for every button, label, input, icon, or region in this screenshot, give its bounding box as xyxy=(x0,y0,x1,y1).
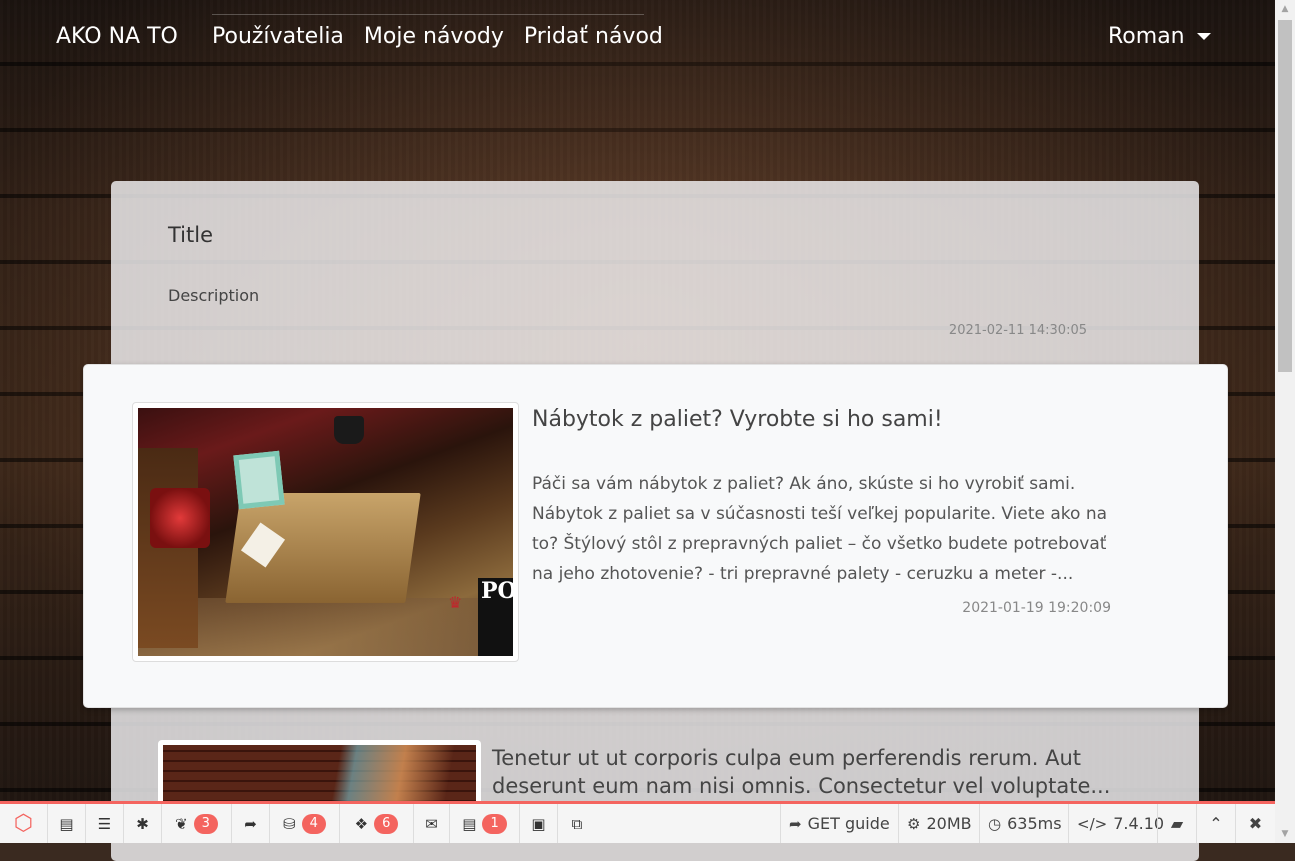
route-info: ➦ GET guide xyxy=(780,804,898,843)
list-icon: ▤ xyxy=(462,814,477,833)
guide-thumbnail[interactable]: PO ♛ xyxy=(132,402,519,662)
exceptions-bug-icon[interactable]: ✱ xyxy=(124,804,162,843)
debug-bar: ⬡ ▤ ☰ ✱ ❦ 3 ➦ ⛁ 4 ❖ 6 ✉ ▤ 1 ▣ ⧉ ➦ GET gu… xyxy=(0,801,1275,843)
guide-title: Title xyxy=(168,223,214,247)
navbar: AKO NA TO Používatelia Moje návody Prida… xyxy=(0,0,1275,76)
messages-tab-icon[interactable]: ▤ xyxy=(48,804,86,843)
nav-divider xyxy=(212,14,644,15)
featured-guide-date: 2021-01-19 19:20:09 xyxy=(962,600,1111,616)
nav-link-add-guide[interactable]: Pridať návod xyxy=(524,24,663,49)
gate-tab[interactable]: ▤ 1 xyxy=(450,804,520,843)
clock-icon: ◷ xyxy=(988,814,1002,833)
vertical-scrollbar[interactable]: ▲ ▼ xyxy=(1275,0,1295,843)
guide-date: 2021-02-11 14:30:05 xyxy=(948,323,1087,338)
close-debugbar-button[interactable]: ✖ xyxy=(1235,804,1275,843)
views-tab[interactable]: ❦ 3 xyxy=(162,804,232,843)
featured-guide-excerpt: Páči sa vám nábytok z paliet? Ak áno, sk… xyxy=(532,474,1108,584)
user-dropdown[interactable]: Roman xyxy=(1108,24,1211,49)
restore-button[interactable]: ⌃ xyxy=(1196,804,1235,843)
second-guide-title[interactable]: Tenetur ut ut corporis culpa eum perfere… xyxy=(492,744,1132,800)
crown-logo-icon: ♛ xyxy=(448,593,463,612)
route-tab-icon[interactable]: ➦ xyxy=(232,804,270,843)
pallet-furniture-image: PO ♛ xyxy=(138,408,513,656)
laravel-logo-icon[interactable]: ⬡ xyxy=(0,804,48,843)
request-tags-icon[interactable]: ⧉ xyxy=(558,804,596,843)
folder-open-icon: ▰ xyxy=(1170,814,1184,833)
queries-count-badge: 4 xyxy=(301,813,326,834)
time-info: ◷ 635ms xyxy=(979,804,1070,843)
nav-links: Používatelia Moje návody Pridať návod xyxy=(212,24,683,49)
featured-guide-title[interactable]: Nábytok z paliet? Vyrobte si ho sami! xyxy=(532,407,943,432)
memory-info: ⚙ 20MB xyxy=(898,804,980,843)
mail-tab-icon[interactable]: ✉ xyxy=(414,804,450,843)
code-icon: </> xyxy=(1077,814,1108,833)
queries-tab[interactable]: ⛁ 4 xyxy=(270,804,340,843)
poster-text: PO xyxy=(481,578,513,604)
timeline-tab-icon[interactable]: ☰ xyxy=(86,804,124,843)
open-folder-button[interactable]: ▰ xyxy=(1157,804,1196,843)
guide-description: Description xyxy=(168,286,260,305)
scroll-down-arrow-icon[interactable]: ▼ xyxy=(1275,825,1295,843)
brand-link[interactable]: AKO NA TO xyxy=(56,24,178,49)
models-tab[interactable]: ❖ 6 xyxy=(340,804,414,843)
database-icon: ⛁ xyxy=(283,814,296,833)
cubes-icon: ❖ xyxy=(354,814,369,833)
caret-down-icon xyxy=(1196,33,1211,40)
leaf-icon: ❦ xyxy=(175,814,188,833)
featured-guide-card[interactable]: PO ♛ Nábytok z paliet? Vyrobte si ho sam… xyxy=(83,364,1228,708)
models-count-badge: 6 xyxy=(374,813,399,834)
user-name: Roman xyxy=(1108,24,1185,49)
chevron-up-icon: ⌃ xyxy=(1209,814,1223,833)
route-text: GET guide xyxy=(807,814,890,833)
time-text: 635ms xyxy=(1007,814,1062,833)
nav-link-my-guides[interactable]: Moje návody xyxy=(364,24,504,49)
cogs-icon: ⚙ xyxy=(907,814,921,833)
share-icon: ➦ xyxy=(789,814,802,833)
second-guide-thumbnail[interactable] xyxy=(158,740,481,810)
views-count-badge: 3 xyxy=(193,813,218,834)
gate-count-badge: 1 xyxy=(482,813,507,834)
scroll-up-arrow-icon[interactable]: ▲ xyxy=(1275,0,1295,18)
nav-link-users[interactable]: Používatelia xyxy=(212,24,344,49)
close-icon: ✖ xyxy=(1248,814,1263,833)
memory-text: 20MB xyxy=(926,814,972,833)
session-tab-icon[interactable]: ▣ xyxy=(520,804,558,843)
scroll-thumb[interactable] xyxy=(1278,20,1292,372)
